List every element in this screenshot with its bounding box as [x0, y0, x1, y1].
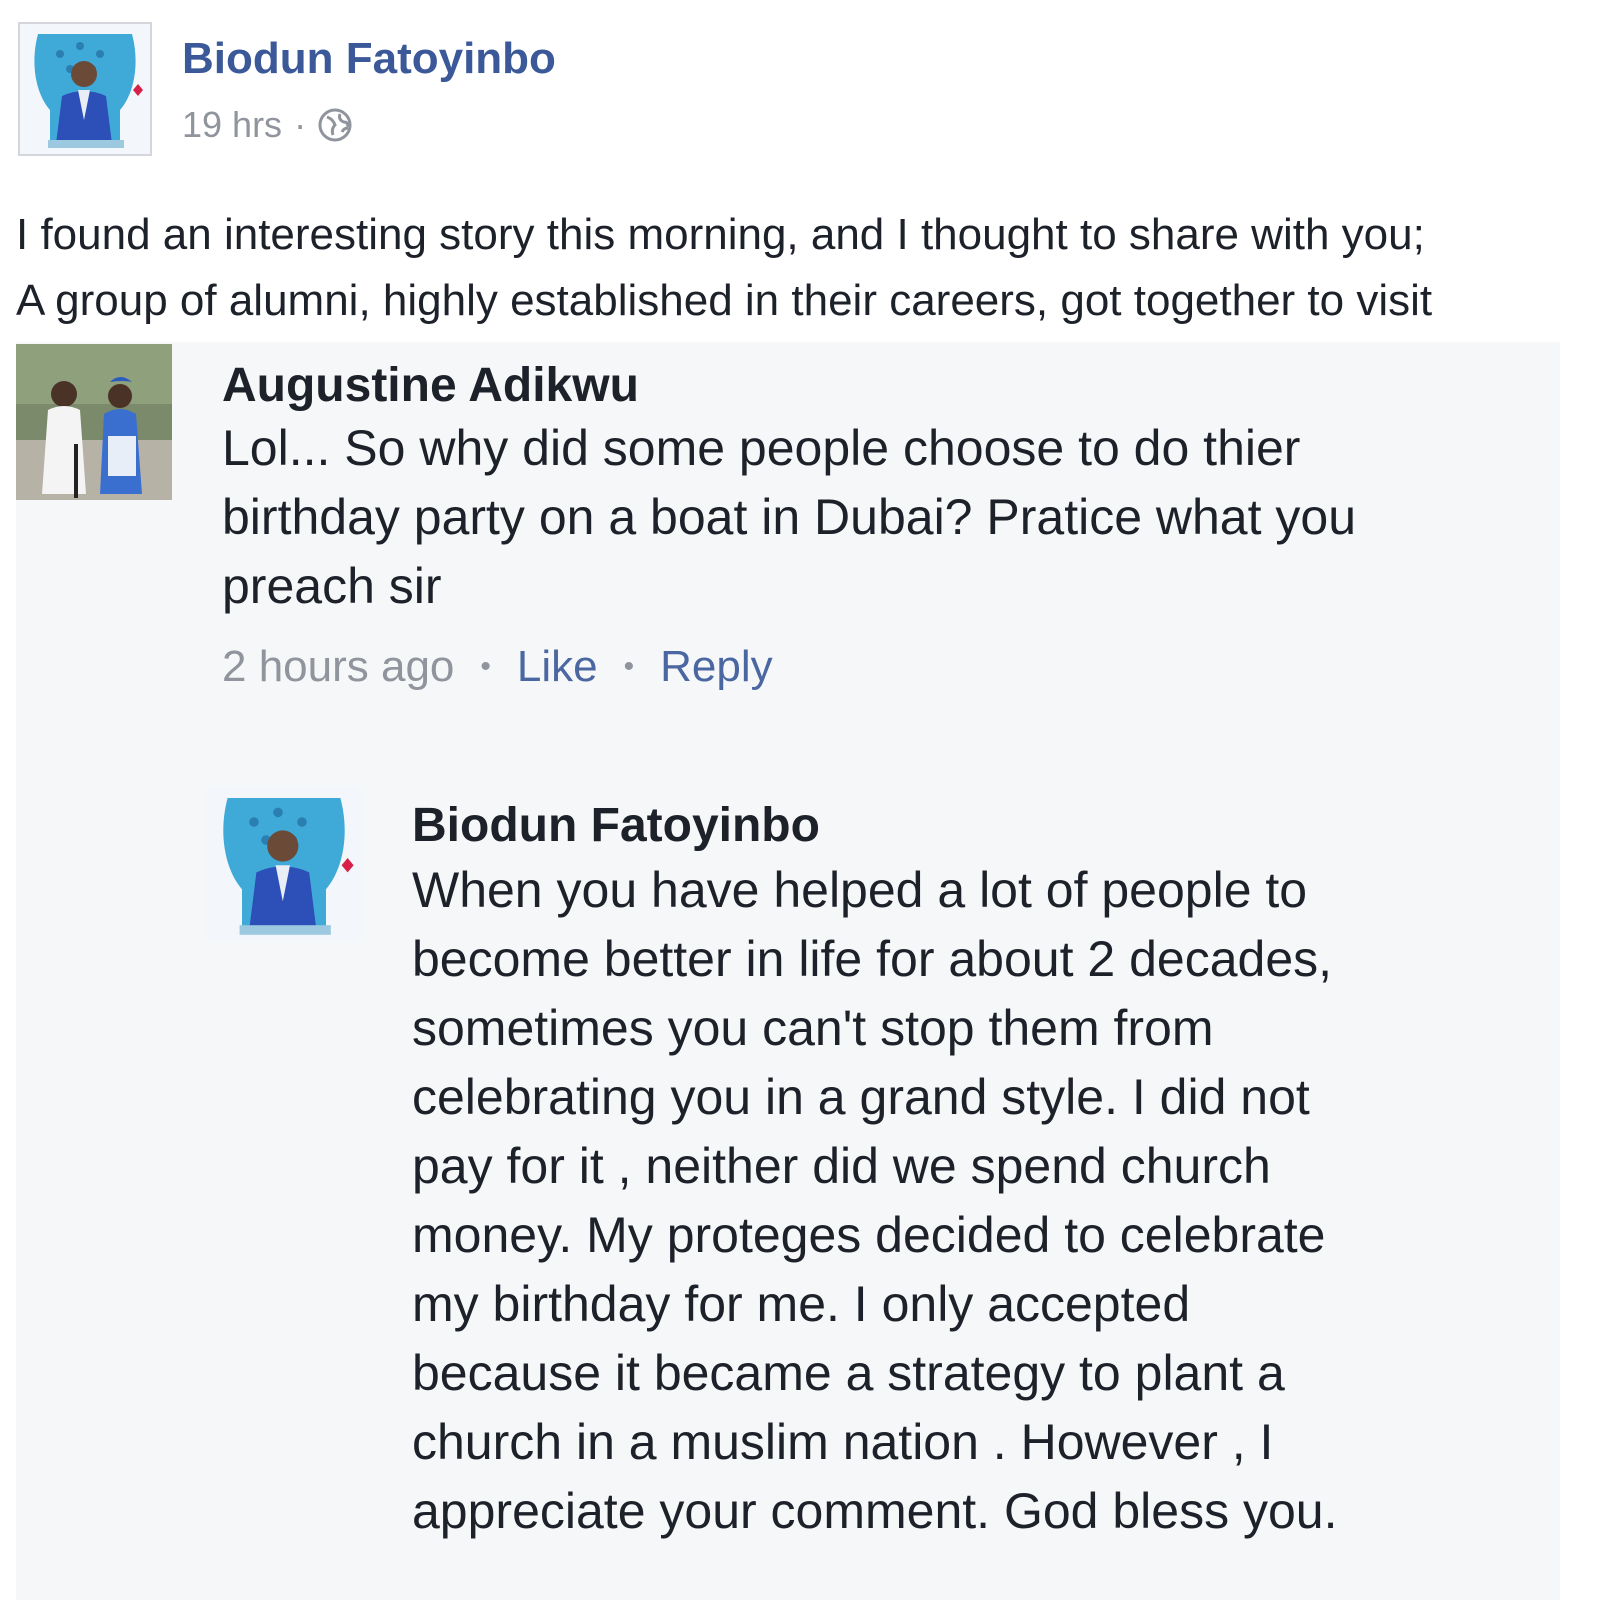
like-button[interactable]: Like [517, 642, 598, 692]
comment-text-line: preach sir [222, 558, 442, 614]
reply-text-line: church in a muslim nation . However , I [412, 1414, 1274, 1470]
reply-text-line: my birthday for me. I only accepted [412, 1276, 1191, 1332]
reply-text: When you have helped a lot of people to … [412, 856, 1337, 1546]
commenter-photo [16, 344, 172, 500]
profile-photo [206, 786, 362, 942]
reply-text-line: money. My proteges decided to celebrate [412, 1207, 1326, 1263]
reply-author-avatar[interactable] [206, 786, 362, 942]
reply-text-line: celebrating you in a grand style. I did … [412, 1069, 1310, 1125]
post-body-line: A group of alumni, highly established in… [16, 276, 1433, 325]
reply-text-line: because it became a strategy to plant a [412, 1345, 1285, 1401]
meta-separator: • [480, 650, 491, 683]
comment-text-line: birthday party on a boat in Dubai? Prati… [222, 489, 1357, 545]
profile-photo [20, 24, 150, 154]
post-meta: 19 hrs · [182, 104, 352, 146]
meta-separator: · [294, 104, 307, 145]
reply-text-line: sometimes you can't stop them from [412, 1000, 1214, 1056]
post-author-name[interactable]: Biodun Fatoyinbo [182, 34, 556, 84]
reply-text-line: appreciate your comment. God bless you. [412, 1483, 1338, 1539]
comment-timestamp[interactable]: 2 hours ago [222, 642, 454, 692]
commenter-avatar[interactable] [16, 344, 172, 500]
reply-author-name[interactable]: Biodun Fatoyinbo [412, 798, 820, 853]
meta-separator: • [623, 650, 635, 683]
comment-text: Lol... So why did some people choose to … [222, 414, 1356, 621]
comment-text-line: Lol... So why did some people choose to … [222, 420, 1301, 476]
post-body: I found an interesting story this mornin… [16, 202, 1596, 334]
post-timestamp[interactable]: 19 hrs [182, 104, 282, 146]
reply-button[interactable]: Reply [660, 642, 773, 692]
reply-text-line: pay for it , neither did we spend church [412, 1138, 1271, 1194]
reply-text-line: When you have helped a lot of people to [412, 862, 1308, 918]
comment-meta: 2 hours ago • Like • Reply [222, 642, 773, 692]
globe-icon[interactable] [318, 108, 352, 142]
comment-author-name[interactable]: Augustine Adikwu [222, 358, 639, 413]
post-author-avatar[interactable] [18, 22, 152, 156]
reply-text-line: become better in life for about 2 decade… [412, 931, 1333, 987]
comments-section: Augustine Adikwu Lol... So why did some … [16, 342, 1560, 1600]
post-body-line: I found an interesting story this mornin… [16, 210, 1425, 259]
